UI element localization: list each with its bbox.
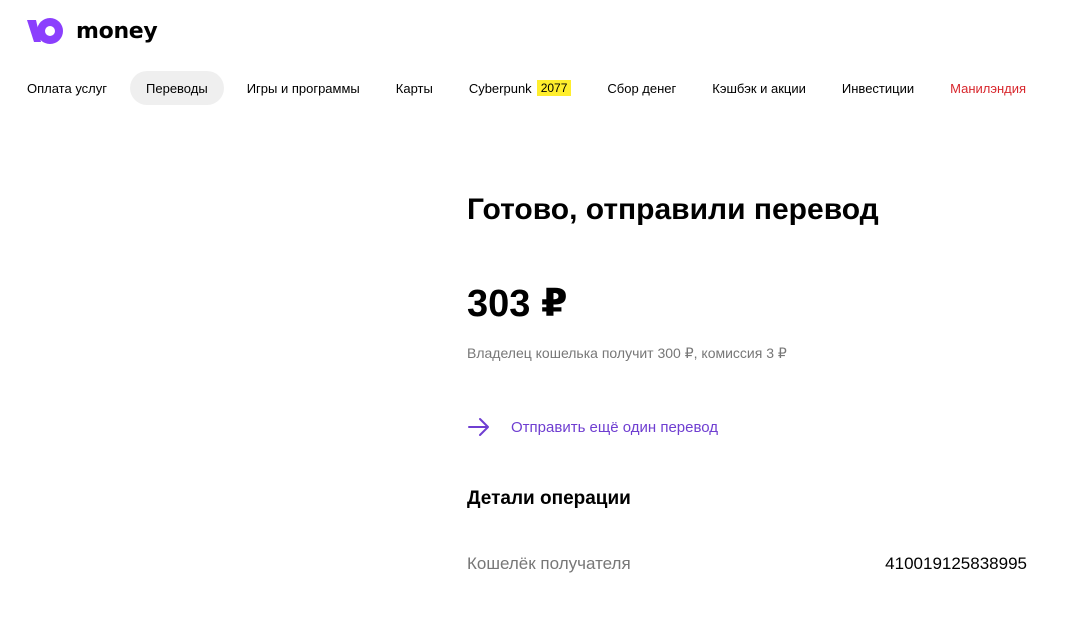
transfer-amount: 303 ₽ xyxy=(467,283,568,325)
nav-item-cards[interactable]: Карты xyxy=(383,71,446,105)
nav-item-label: Оплата услуг xyxy=(27,80,108,96)
nav-item-payments[interactable]: Оплата услуг xyxy=(14,71,120,105)
nav-item-manilandia[interactable]: Манилэндия xyxy=(937,71,1039,105)
yoomoney-logo-icon xyxy=(27,18,63,44)
nav-item-transfers[interactable]: Переводы xyxy=(130,71,224,105)
send-another-transfer-link[interactable]: Отправить ещё один перевод xyxy=(467,414,718,440)
page: money Оплата услуг Переводы Игры и прогр… xyxy=(0,0,1092,631)
nav-item-investments[interactable]: Инвестиции xyxy=(829,71,927,105)
recipient-wallet-value: 410019125838995 xyxy=(885,554,1027,573)
nav-item-cyberpunk[interactable]: Cyberpunk 2077 xyxy=(456,71,585,105)
cyberpunk-badge: 2077 xyxy=(536,80,572,96)
details-title: Детали операции xyxy=(467,488,631,509)
nav-item-label: Манилэндия xyxy=(950,80,1027,96)
page-title: Готово, отправили перевод xyxy=(467,193,879,226)
logo-text: money xyxy=(76,18,158,44)
detail-row: Кошелёк получателя 410019125838995 xyxy=(467,554,1027,574)
main-nav: Оплата услуг Переводы Игры и программы К… xyxy=(14,71,1049,105)
arrow-right-icon xyxy=(468,418,489,436)
commission-info: Владелец кошелька получит 300 ₽, комисси… xyxy=(467,345,787,361)
nav-item-label: Cyberpunk xyxy=(468,80,532,96)
nav-item-label: Переводы xyxy=(146,80,208,96)
logo[interactable]: money xyxy=(26,15,158,47)
nav-item-label: Кэшбэк и акции xyxy=(712,80,806,96)
send-another-transfer-label: Отправить ещё один перевод xyxy=(511,418,719,436)
nav-item-label: Карты xyxy=(395,80,433,96)
nav-item-label: Игры и программы xyxy=(246,80,360,96)
nav-item-games[interactable]: Игры и программы xyxy=(234,71,373,105)
nav-item-label: Сбор денег xyxy=(607,80,677,96)
nav-item-cashback[interactable]: Кэшбэк и акции xyxy=(699,71,819,105)
recipient-wallet-label: Кошелёк получателя xyxy=(467,554,631,573)
nav-item-fundraising[interactable]: Сбор денег xyxy=(594,71,689,105)
nav-item-label: Инвестиции xyxy=(841,80,915,96)
